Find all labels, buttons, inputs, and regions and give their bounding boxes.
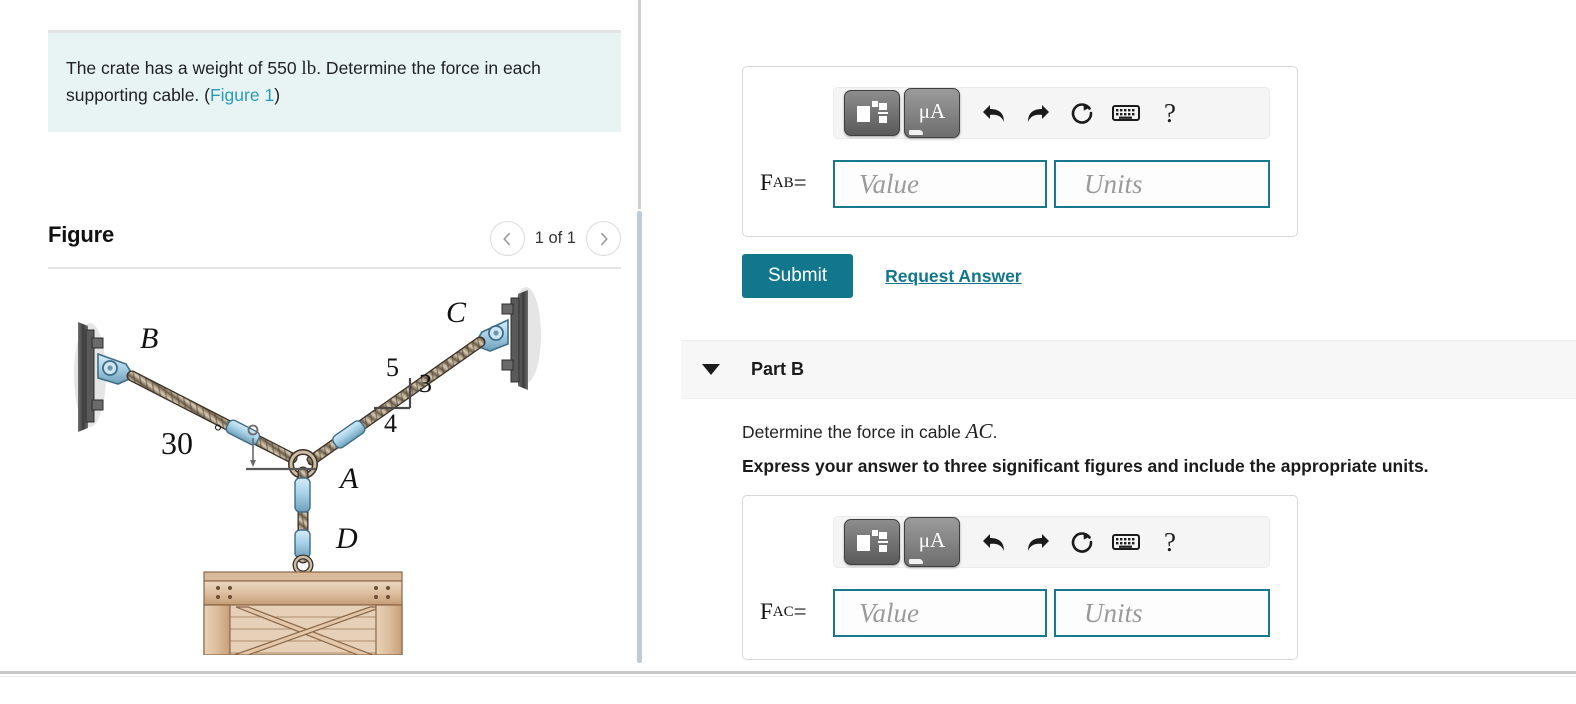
part-b-value-placeholder: Value — [859, 597, 919, 628]
units-key-button[interactable]: μA — [904, 88, 960, 138]
part-b-label-sub: AC — [772, 603, 794, 620]
reset-icon — [1071, 532, 1093, 553]
figure-1-link[interactable]: Figure 1 — [210, 85, 274, 105]
part-b-header[interactable]: Part B — [681, 340, 1576, 399]
math-template-icon — [857, 101, 888, 123]
part-b-question: Determine the force in cable AC. — [742, 419, 997, 444]
part-b-question-math: AC — [965, 419, 993, 443]
figure-label-degree: ° — [214, 421, 222, 443]
part-a-field-row: F AB = Value Units — [743, 153, 1297, 213]
part-a-units-placeholder: Units — [1084, 168, 1143, 199]
redo-icon — [1028, 105, 1049, 122]
help-icon: ? — [1164, 526, 1176, 557]
part-b-field-row: F AC = Value Units — [743, 582, 1297, 642]
statement-text-before: The crate has a weight of 550 — [66, 58, 302, 78]
figure-title: Figure — [48, 222, 115, 247]
figure-nav: 1 of 1 — [489, 221, 621, 256]
part-b-label-prefix: F — [760, 599, 773, 624]
part-a-answer-card: μA ? F AB = Value Units — [742, 66, 1298, 237]
figure-label-a: A — [338, 462, 359, 495]
chevron-left-icon — [503, 232, 511, 245]
part-b-toolbar: μA ? — [833, 516, 1270, 568]
part-b-instruction: Express your answer to three significant… — [742, 456, 1429, 476]
redo-icon — [1028, 534, 1049, 551]
help-button[interactable]: ? — [1148, 91, 1192, 135]
keyboard-button[interactable] — [1104, 91, 1148, 135]
part-a-units-input[interactable]: Units — [1054, 160, 1270, 208]
statement-text-end: ) — [274, 84, 281, 105]
part-b-answer-card: μA ? F AC = Value Units — [742, 495, 1298, 660]
figure-prev-button[interactable] — [489, 221, 525, 256]
keyboard-icon — [1112, 105, 1140, 121]
left-panel: The crate has a weight of 550 lb. Determ… — [0, 0, 634, 672]
part-a-variable-label: F AB = — [760, 153, 807, 213]
figure-label-d: D — [335, 522, 358, 555]
page-bottom-divider — [0, 671, 1576, 674]
figure-label-b: B — [140, 322, 158, 355]
chevron-right-icon — [600, 232, 608, 245]
keyboard-icon — [1112, 534, 1140, 550]
crate — [203, 571, 403, 655]
keyboard-button[interactable] — [1104, 520, 1148, 564]
figure-next-button[interactable] — [586, 221, 621, 256]
part-b-question-after: . — [992, 422, 998, 442]
figure-image[interactable]: B C A D 30 ° 5 3 4 — [48, 280, 621, 655]
units-key-button[interactable]: μA — [904, 517, 960, 567]
part-a-value-input[interactable]: Value — [833, 160, 1047, 208]
figure-divider — [48, 267, 621, 269]
part-b-value-input[interactable]: Value — [833, 589, 1047, 637]
part-b-units-input[interactable]: Units — [1054, 589, 1270, 637]
figure-counter: 1 of 1 — [534, 229, 576, 247]
cable-ad — [292, 466, 314, 576]
statement-unit: lb — [301, 58, 317, 79]
part-a-submit-row: Submit Request Answer — [742, 254, 1022, 298]
part-a-label-sub: AB — [772, 174, 794, 191]
part-a-label-prefix: F — [760, 170, 773, 195]
help-icon: ? — [1164, 97, 1176, 128]
units-key-label: μA — [918, 527, 946, 552]
vertical-scrollbar[interactable] — [637, 211, 642, 663]
part-b-variable-label: F AC = — [760, 582, 807, 642]
part-a-label-eq: = — [793, 170, 807, 195]
page-bottom-divider-secondary — [0, 676, 1576, 677]
crate-cable-diagram: B C A D 30 ° 5 3 4 — [74, 287, 541, 655]
help-button[interactable]: ? — [1148, 520, 1192, 564]
figure-label-c: C — [446, 296, 467, 329]
part-b-question-before: Determine the force in cable — [742, 422, 966, 442]
redo-button[interactable] — [1016, 520, 1060, 564]
part-b-label-eq: = — [793, 599, 807, 624]
wall-anchor-b — [74, 322, 136, 432]
figure-label-slope-vert: 3 — [419, 369, 432, 398]
part-b-units-placeholder: Units — [1084, 597, 1143, 628]
reset-icon — [1071, 103, 1093, 124]
undo-icon — [983, 534, 1004, 551]
figure-label-angle: 30 — [161, 425, 193, 461]
math-template-icon-button[interactable] — [844, 90, 900, 136]
cable-ab — [126, 370, 298, 464]
reset-button[interactable] — [1060, 91, 1104, 135]
page-root: The crate has a weight of 550 lb. Determ… — [0, 0, 1576, 704]
figure-label-slope-hyp: 5 — [386, 353, 399, 382]
undo-button[interactable] — [972, 91, 1016, 135]
undo-button[interactable] — [972, 520, 1016, 564]
math-template-icon-button[interactable] — [844, 519, 900, 565]
pane-divider — [638, 0, 641, 209]
problem-statement: The crate has a weight of 550 lb. Determ… — [48, 33, 621, 132]
submit-button[interactable]: Submit — [742, 254, 854, 298]
caret-down-icon[interactable] — [702, 364, 720, 375]
part-a-toolbar: μA ? — [833, 87, 1270, 139]
undo-icon — [983, 105, 1004, 122]
part-a-value-placeholder: Value — [859, 168, 919, 199]
request-answer-link[interactable]: Request Answer — [885, 266, 1021, 287]
units-key-label: μA — [918, 98, 946, 123]
figure-header: Figure 1 of 1 — [48, 218, 621, 268]
figure-label-slope-horiz: 4 — [384, 409, 397, 438]
reset-button[interactable] — [1060, 520, 1104, 564]
math-template-icon — [857, 530, 888, 552]
part-b-title: Part B — [751, 359, 805, 379]
redo-button[interactable] — [1016, 91, 1060, 135]
